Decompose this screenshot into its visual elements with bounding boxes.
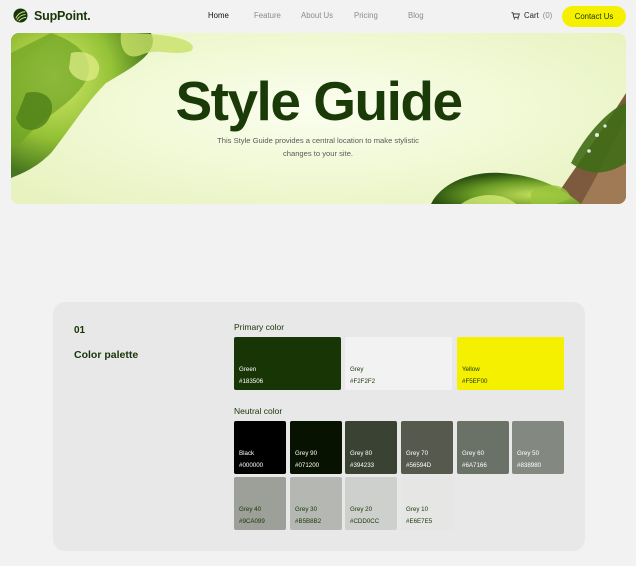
swatch-name: Grey 40 [239,506,262,513]
swatch-hex: #000000 [239,462,264,469]
swatch-name: Grey 50 [517,450,540,457]
hero-banner: Style Guide This Style Guide provides a … [11,33,626,204]
swatch-grey-80[interactable]: Grey 80 #394233 [345,421,397,474]
swatch-yellow[interactable]: Yellow #F5EF00 [457,337,564,390]
swatch-grey-20[interactable]: Grey 20 #CDD0CC [345,477,397,530]
neutral-color-label: Neutral color [234,406,283,416]
top-nav: SupPoint. Home Feature About Us Pricing … [0,0,636,34]
color-palette-card: 01 Color palette Primary color Neutral c… [53,302,585,551]
cart-label: Cart [524,11,539,20]
section-title: Color palette [74,349,139,361]
swatch-hex: #9CA099 [239,518,265,525]
swatch-grey-30[interactable]: Grey 30 #B5B8B2 [290,477,342,530]
swatch-grey-60[interactable]: Grey 60 #6A7166 [457,421,509,474]
swatch-black[interactable]: Black #000000 [234,421,286,474]
nav-link-about-us[interactable]: About Us [301,11,333,20]
primary-color-label: Primary color [234,322,285,332]
swatch-grey-10[interactable]: Grey 10 #E6E7E5 [401,477,453,530]
section-number: 01 [74,325,86,336]
swatch-name: Grey 70 [406,450,429,457]
swatch-name: Grey 80 [350,450,373,457]
swatch-hex: #F5EF00 [462,378,488,385]
swatch-grey-40[interactable]: Grey 40 #9CA099 [234,477,286,530]
contact-us-button[interactable]: Contact Us [562,6,626,27]
swatch-grey[interactable]: Grey #F2F2F2 [345,337,452,390]
nav-link-blog[interactable]: Blog [408,11,424,20]
hero-subtitle: This Style Guide provides a central loca… [217,136,419,158]
nav-link-home[interactable]: Home [208,11,229,20]
logo[interactable]: SupPoint. [13,8,91,23]
logo-leaf-icon [13,8,28,23]
hero-title: Style Guide [175,70,463,132]
swatch-name: Green [239,366,257,373]
swatch-name: Grey 60 [462,450,485,457]
nav-link-feature[interactable]: Feature [254,11,281,20]
swatch-hex: #6A7166 [462,462,487,469]
swatch-grey-90[interactable]: Grey 90 #071200 [290,421,342,474]
swatch-hex: #B5B8B2 [295,518,322,525]
swatch-grey-70[interactable]: Grey 70 #56594D [401,421,453,474]
swatch-hex: #183506 [239,378,264,385]
swatch-name: Yellow [462,366,480,373]
swatch-grey-50[interactable]: Grey 50 #838980 [512,421,564,474]
swatch-hex: #394233 [350,462,375,469]
swatch-name: Grey [350,366,364,373]
swatch-hex: #CDD0CC [350,518,380,525]
logo-text: SupPoint. [34,8,91,23]
nav-link-pricing[interactable]: Pricing [354,11,378,20]
swatch-name: Grey 30 [295,506,318,513]
swatch-name: Grey 10 [406,506,429,513]
swatch-name: Grey 90 [295,450,318,457]
cart-count: (0) [542,11,553,20]
cart-link[interactable]: Cart (0) [511,11,552,20]
swatch-hex: #56594D [406,462,432,469]
swatch-hex: #071200 [295,462,320,469]
swatch-name: Grey 20 [350,506,373,513]
swatch-hex: #E6E7E5 [406,518,433,525]
cart-icon [511,11,520,20]
swatch-name: Black [239,450,255,457]
swatch-green[interactable]: Green #183506 [234,337,341,390]
swatch-hex: #F2F2F2 [350,378,376,385]
swatch-hex: #838980 [517,462,542,469]
